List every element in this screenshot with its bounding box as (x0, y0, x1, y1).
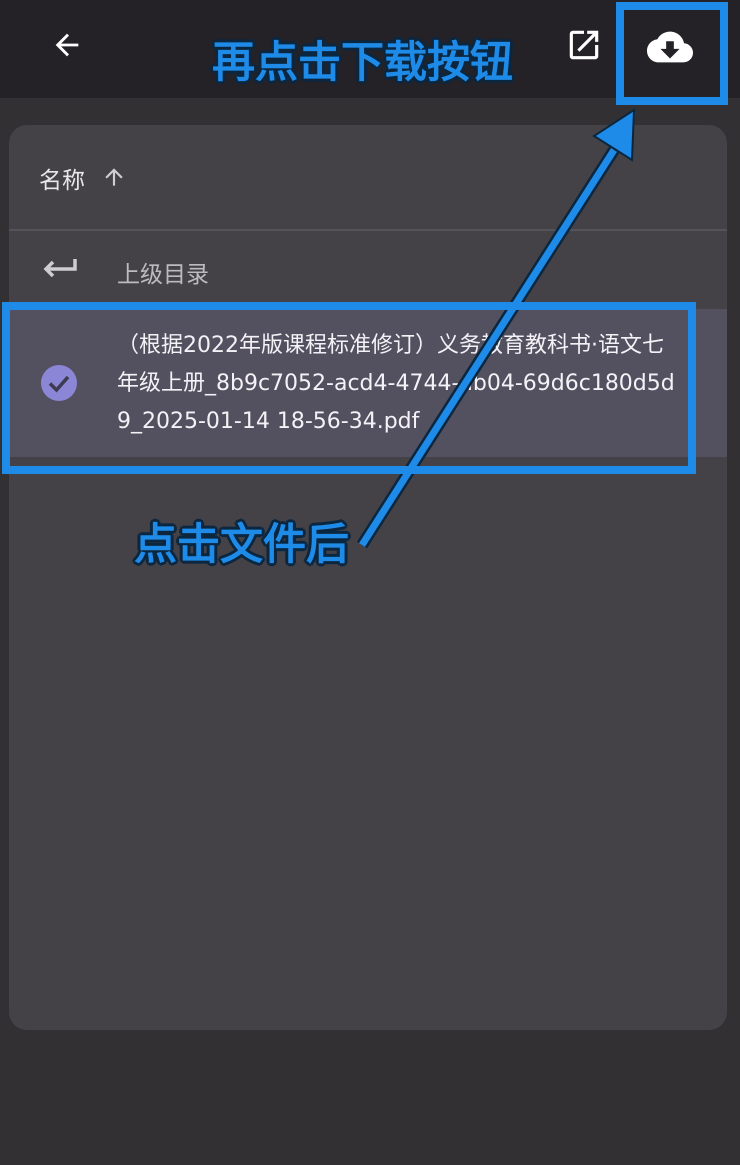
list-header: 名称 (9, 125, 727, 231)
download-button[interactable] (638, 18, 702, 76)
return-arrow-icon (43, 259, 77, 278)
file-hint-label: 点击文件后 (134, 520, 349, 570)
file-list-panel: 名称 上级目录 （根据2022年版课程标准修订）义务教育教科书·语文七年级上册_… (9, 125, 727, 1030)
cloud-download-icon (647, 31, 693, 63)
arrow-left-icon (55, 33, 79, 57)
open-external-button[interactable] (558, 20, 610, 70)
name-column-header[interactable]: 名称 (39, 161, 85, 195)
open-external-icon (569, 30, 599, 60)
parent-directory-label: 上级目录 (117, 262, 209, 288)
check-circle-icon[interactable] (39, 363, 79, 403)
arrow-up-icon[interactable] (101, 163, 127, 191)
file-row-selected[interactable]: （根据2022年版课程标准修订）义务教育教科书·语文七年级上册_8b9c7052… (9, 309, 727, 457)
parent-directory-row[interactable]: 上级目录 (9, 231, 727, 309)
back-button[interactable] (38, 20, 96, 70)
file-name: （根据2022年版课程标准修订）义务教育教科书·语文七年级上册_8b9c7052… (117, 333, 675, 434)
download-hint-label: 再点击下载按钮 (212, 38, 513, 88)
